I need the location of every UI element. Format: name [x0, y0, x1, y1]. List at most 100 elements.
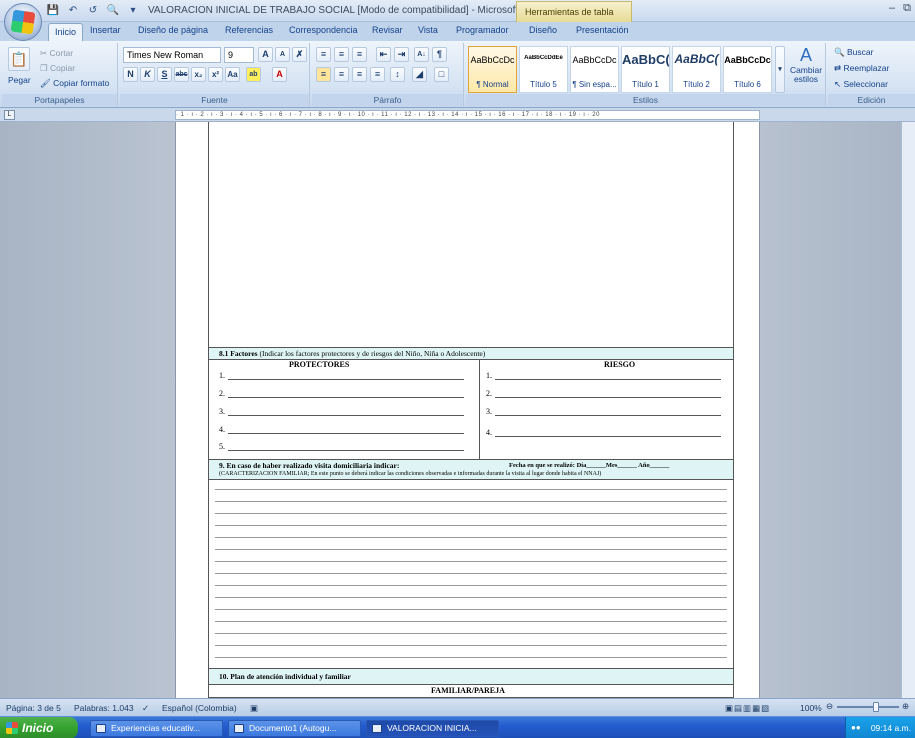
- style-titulo-1[interactable]: AaBbC(Título 1: [621, 46, 670, 93]
- zoom-in-icon[interactable]: ⊕: [902, 701, 909, 712]
- redo-icon[interactable]: ↺: [86, 4, 100, 17]
- copy-button[interactable]: ❐ Copiar: [40, 63, 75, 74]
- protector-item-2[interactable]: 2.: [219, 389, 464, 398]
- clock[interactable]: 09:14 a.m.: [871, 723, 911, 733]
- grow-font-icon[interactable]: A: [258, 47, 273, 62]
- style-titulo-2[interactable]: AaBbC(Título 2: [672, 46, 721, 93]
- window-controls: – ⧉: [889, 2, 911, 15]
- macro-record-icon[interactable]: ▣: [250, 703, 258, 714]
- qat-dropdown-icon[interactable]: ▾: [126, 4, 140, 17]
- zoom-out-icon[interactable]: ⊖: [826, 701, 833, 712]
- find-button[interactable]: 🔍 Buscar: [834, 47, 873, 58]
- sort-icon[interactable]: A↓: [414, 47, 429, 62]
- tab-programador[interactable]: Programador: [456, 25, 509, 35]
- riesgo-item-2[interactable]: 2.: [486, 389, 721, 398]
- document-page[interactable]: 8.1 Factores (Indicar los factores prote…: [175, 122, 760, 698]
- minimize-button[interactable]: –: [889, 2, 895, 15]
- zoom-slider-thumb[interactable]: [873, 702, 879, 712]
- tab-inicio[interactable]: Inicio: [48, 23, 84, 41]
- highlight-icon[interactable]: ab: [246, 67, 261, 82]
- task-documento1[interactable]: Documento1 (Autogu...: [228, 720, 361, 737]
- riesgo-item-3[interactable]: 3.: [486, 407, 721, 416]
- font-size-select[interactable]: 9: [224, 47, 254, 63]
- style-titulo-5[interactable]: AaBbCcDdEe Título 5: [519, 46, 568, 93]
- tab-insertar[interactable]: Insertar: [90, 25, 121, 35]
- view-buttons-icon[interactable]: ▣▤▥▦▧: [725, 703, 770, 714]
- tab-revisar[interactable]: Revisar: [372, 25, 403, 35]
- font-color-icon[interactable]: A: [272, 67, 287, 82]
- change-styles-button[interactable]: A Cambiar estilos: [788, 45, 824, 84]
- borders-icon[interactable]: □: [434, 67, 449, 82]
- replace-button[interactable]: ⇄ Reemplazar: [834, 63, 889, 74]
- tab-referencias[interactable]: Referencias: [225, 25, 273, 35]
- increase-indent-icon[interactable]: ⇥: [394, 47, 409, 62]
- tab-diseno-pagina[interactable]: Diseño de página: [138, 25, 208, 35]
- document-workspace[interactable]: 8.1 Factores (Indicar los factores prote…: [0, 122, 915, 698]
- font-name-select[interactable]: Times New Roman: [123, 47, 221, 63]
- print-preview-icon[interactable]: 🔍: [106, 4, 120, 17]
- change-styles-icon: A: [799, 45, 812, 65]
- styles-group-label: Estilos: [466, 94, 825, 106]
- tab-correspondencia[interactable]: Correspondencia: [289, 25, 358, 35]
- task-valoracion[interactable]: VALORACION INICIA...: [366, 720, 499, 737]
- shrink-font-icon[interactable]: A: [275, 47, 290, 62]
- style-titulo-6[interactable]: AaBbCcDc Título 6: [723, 46, 772, 93]
- riesgo-item-1[interactable]: 1.: [486, 371, 721, 380]
- page-count[interactable]: Página: 3 de 5: [6, 703, 61, 713]
- align-right-icon[interactable]: ≡: [352, 67, 367, 82]
- document-icon: [372, 724, 382, 733]
- vertical-scrollbar[interactable]: [901, 122, 915, 698]
- protector-item-4[interactable]: 4.: [219, 425, 464, 434]
- styles-scroll-icon[interactable]: ▾: [775, 46, 785, 93]
- riesgo-item-4[interactable]: 4.: [486, 428, 721, 437]
- protector-item-3[interactable]: 3.: [219, 407, 464, 416]
- style-sin-espacio[interactable]: AaBbCcDc ¶ Sin espa...: [570, 46, 619, 93]
- tab-vista[interactable]: Vista: [418, 25, 438, 35]
- subscript-icon[interactable]: x₂: [191, 67, 206, 82]
- tray-icons[interactable]: ●●: [851, 723, 869, 733]
- shading-icon[interactable]: ◢: [412, 67, 427, 82]
- tab-selector-icon[interactable]: L: [4, 110, 15, 120]
- change-case-icon[interactable]: Aa: [225, 67, 240, 82]
- ruler-scale[interactable]: · 1 · ı · 2 · ı · 3 · ı · 4 · ı · 5 · ı …: [175, 110, 760, 120]
- underline-icon[interactable]: S: [157, 67, 172, 82]
- cut-button[interactable]: ✂ Cortar: [40, 48, 73, 59]
- paste-button[interactable]: Pegar: [8, 75, 31, 85]
- start-button[interactable]: Inicio: [0, 717, 78, 738]
- save-icon[interactable]: 💾: [46, 4, 60, 17]
- language-indicator[interactable]: Español (Colombia): [162, 703, 237, 713]
- clear-format-icon[interactable]: ✗: [292, 47, 307, 62]
- select-button[interactable]: ↖ Seleccionar: [834, 79, 888, 90]
- visit-date-field[interactable]: Fecha en que se realizó: Día______Mes___…: [509, 461, 669, 470]
- tab-presentacion[interactable]: Presentación: [576, 25, 629, 35]
- horizontal-ruler[interactable]: L · 1 · ı · 2 · ı · 3 · ı · 4 · ı · 5 · …: [0, 108, 915, 122]
- paste-icon[interactable]: 📋: [8, 47, 30, 71]
- format-painter-button[interactable]: 🖌 Copiar formato: [40, 78, 109, 89]
- justify-icon[interactable]: ≡: [370, 67, 385, 82]
- task-experiencias[interactable]: Experiencias educativ...: [90, 720, 223, 737]
- zoom-level[interactable]: 100%: [800, 703, 822, 713]
- office-button[interactable]: [4, 3, 42, 41]
- restore-button[interactable]: ⧉: [903, 2, 911, 15]
- protector-item-1[interactable]: 1.: [219, 371, 464, 380]
- multilevel-list-icon[interactable]: ≡: [352, 47, 367, 62]
- align-left-icon[interactable]: ≡: [316, 67, 331, 82]
- strikethrough-icon[interactable]: abc: [174, 67, 189, 82]
- superscript-icon[interactable]: x²: [208, 67, 223, 82]
- bold-icon[interactable]: N: [123, 67, 138, 82]
- decrease-indent-icon[interactable]: ⇤: [376, 47, 391, 62]
- bullets-icon[interactable]: ≡: [316, 47, 331, 62]
- undo-icon[interactable]: ↶: [66, 4, 80, 17]
- align-center-icon[interactable]: ≡: [334, 67, 349, 82]
- style-normal[interactable]: AaBbCcDc ¶ Normal: [468, 46, 517, 93]
- line-spacing-icon[interactable]: ↕: [390, 67, 405, 82]
- paragraph-group: ≡ ≡ ≡ ⇤ ⇥ A↓ ¶ ≡ ≡ ≡ ≡ ↕ ◢ □ Párrafo: [312, 43, 464, 106]
- word-count[interactable]: Palabras: 1.043: [74, 703, 134, 713]
- zoom-slider[interactable]: [837, 706, 899, 708]
- tab-diseno[interactable]: Diseño: [529, 25, 557, 35]
- spellcheck-icon[interactable]: ✓: [142, 703, 149, 714]
- show-marks-icon[interactable]: ¶: [432, 47, 447, 62]
- protector-item-5[interactable]: 5.: [219, 442, 464, 451]
- numbering-icon[interactable]: ≡: [334, 47, 349, 62]
- italic-icon[interactable]: K: [140, 67, 155, 82]
